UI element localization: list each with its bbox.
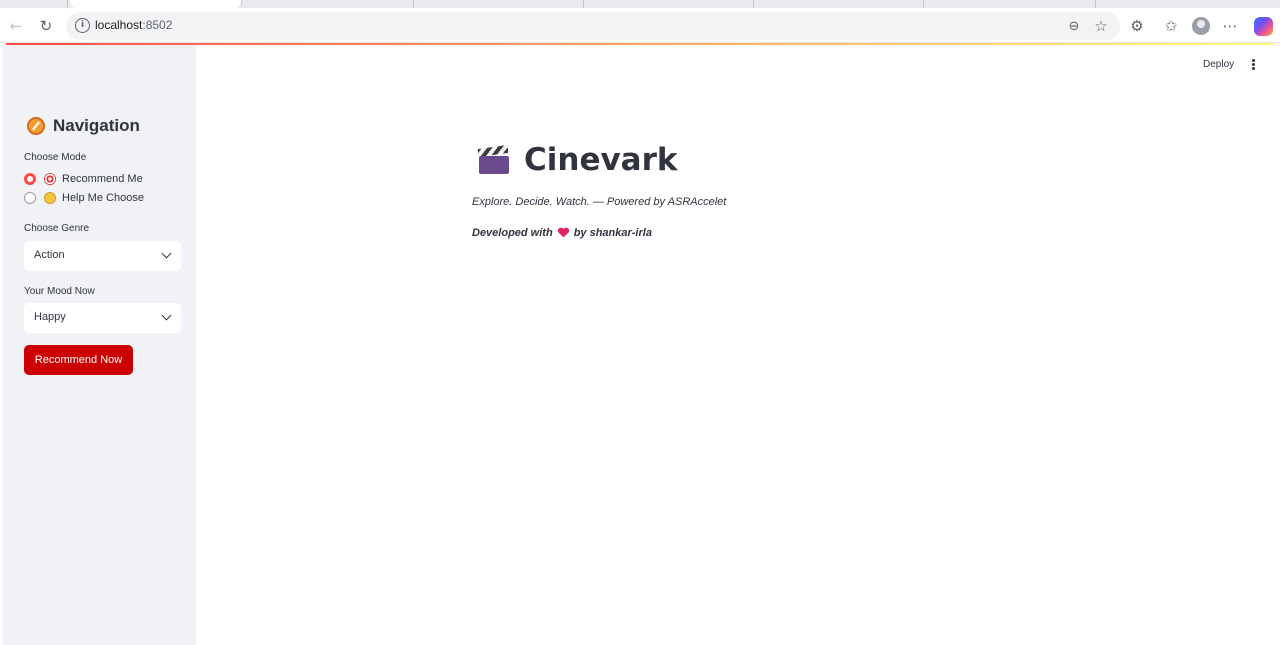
sidebar-title: Navigation	[27, 116, 140, 136]
radio-help-me-choose[interactable]: Help Me Choose	[24, 192, 144, 204]
tab-strip	[0, 0, 1280, 8]
url-text: localhost:8502	[95, 18, 173, 32]
address-bar[interactable]: i localhost:8502 ⊖ ☆	[66, 12, 1120, 40]
deploy-button[interactable]: Deploy	[1203, 59, 1234, 70]
browser-tab[interactable]	[244, 0, 414, 8]
compass-icon	[27, 117, 45, 135]
browser-tab[interactable]	[584, 0, 754, 8]
developer-credit: Developed with by shankar-irla	[472, 227, 652, 239]
back-icon[interactable]: ←	[6, 16, 26, 36]
zoom-icon[interactable]: ⊖	[1064, 16, 1084, 36]
mood-select[interactable]: Happy	[24, 303, 181, 333]
favorites-icon[interactable]: ✩	[1161, 16, 1181, 36]
favorite-star-icon[interactable]: ☆	[1091, 16, 1111, 36]
recommend-now-button[interactable]: Recommend Now	[24, 345, 133, 375]
page-title: Cinevark	[477, 142, 678, 178]
browser-tab[interactable]	[754, 0, 924, 8]
thinking-face-icon	[44, 192, 56, 204]
mood-label: Your Mood Now	[24, 286, 95, 297]
radio-button-selected[interactable]	[24, 173, 36, 185]
more-options-icon[interactable]: ⋯	[1220, 16, 1240, 36]
chevron-down-icon	[161, 310, 172, 321]
site-info-icon[interactable]: i	[75, 18, 90, 33]
target-icon	[44, 173, 56, 185]
clapper-board-icon	[477, 144, 510, 175]
extensions-icon[interactable]: ⚙	[1127, 16, 1147, 36]
copilot-icon[interactable]	[1254, 17, 1273, 36]
sidebar: Navigation Choose Mode Recommend Me Help…	[0, 45, 196, 645]
genre-label: Choose Genre	[24, 223, 90, 234]
browser-tab[interactable]	[924, 0, 1096, 8]
profile-avatar[interactable]	[1192, 17, 1210, 35]
browser-tab-active[interactable]	[70, 0, 242, 8]
header-decoration	[6, 43, 1274, 45]
browser-tab[interactable]	[414, 0, 584, 8]
tagline: Explore. Decide. Watch. — Powered by ASR…	[472, 196, 727, 208]
browser-toolbar: ← ↻ i localhost:8502 ⊖ ☆ ⚙ ✩ ⋯	[0, 8, 1280, 43]
genre-select[interactable]: Action	[24, 241, 181, 271]
reload-icon[interactable]: ↻	[36, 16, 56, 36]
radio-button[interactable]	[24, 192, 36, 204]
browser-tab[interactable]	[0, 0, 68, 8]
radio-recommend-me[interactable]: Recommend Me	[24, 173, 143, 185]
main-menu-icon[interactable]	[1252, 59, 1256, 71]
chevron-down-icon	[161, 248, 172, 259]
mode-label: Choose Mode	[24, 152, 87, 163]
heart-icon	[558, 228, 569, 238]
